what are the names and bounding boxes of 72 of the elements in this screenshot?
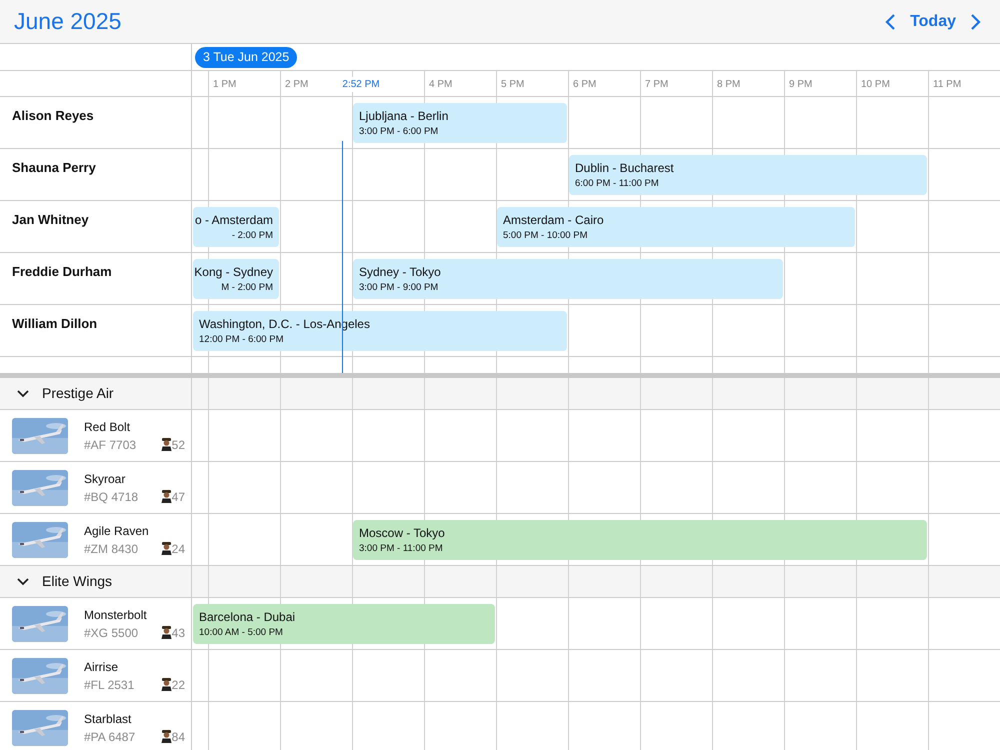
current-time-label: 2:52 PM <box>342 77 380 92</box>
event-time: 10:00 AM - 5:00 PM <box>199 626 284 640</box>
person-name: William Dillon <box>11 315 98 333</box>
person-name: Alison Reyes <box>11 107 95 125</box>
event-time: 3:00 PM - 9:00 PM <box>359 281 440 295</box>
time-label: 8 PM <box>717 78 740 92</box>
event-bar[interactable]: Sydney - Tokyo 3:00 PM - 9:00 PM <box>353 259 783 299</box>
aircraft-name: Airrise <box>84 658 120 676</box>
event-bar[interactable]: Amsterdam - Cairo 5:00 PM - 10:00 PM <box>497 207 855 247</box>
aircraft-name: Red Bolt <box>84 418 132 436</box>
previous-icon[interactable] <box>884 12 896 30</box>
aircraft-code: #AF 7703 <box>84 436 136 454</box>
event-title: Barcelona - Dubai <box>199 609 296 626</box>
group-name: Prestige Air <box>42 384 114 403</box>
pilot-icon <box>160 438 172 451</box>
aircraft-name: Agile Raven <box>84 522 150 540</box>
time-label: 5 PM <box>501 78 524 92</box>
time-label: 4 PM <box>429 78 452 92</box>
event-bar[interactable]: Moscow - Tokyo 3:00 PM - 11:00 PM <box>353 520 927 560</box>
event-time: - 2:00 PM <box>230 229 273 243</box>
event-title: Ljubljana - Berlin <box>359 108 450 125</box>
aircraft-code: #XG 5500 <box>84 624 138 642</box>
event-title: Kong - Sydney <box>193 264 273 281</box>
person-name: Shauna Perry <box>11 159 97 177</box>
next-icon[interactable] <box>970 12 982 30</box>
time-label: 9 PM <box>789 78 812 92</box>
time-label: 2 PM <box>285 78 308 92</box>
event-title: Moscow - Tokyo <box>359 525 446 542</box>
pilot-count: 24 <box>172 540 185 558</box>
event-title: Dublin - Bucharest <box>575 160 675 177</box>
time-label: 6 PM <box>573 78 596 92</box>
aircraft-code: #FL 2531 <box>84 676 134 694</box>
pilot-icon <box>160 626 172 639</box>
person-name: Jan Whitney <box>11 211 90 229</box>
today-button[interactable]: Today <box>904 10 962 34</box>
event-bar[interactable]: Dublin - Bucharest 6:00 PM - 11:00 PM <box>569 155 927 195</box>
person-name: Freddie Durham <box>11 263 113 281</box>
date-badge: 3 Tue Jun 2025 <box>195 47 298 68</box>
aircraft-code: #PA 6487 <box>84 728 136 746</box>
event-title: o - Amsterdam <box>194 212 273 229</box>
group-name: Elite Wings <box>42 572 112 591</box>
event-time: 3:00 PM - 6:00 PM <box>359 125 440 139</box>
event-time: 3:00 PM - 11:00 PM <box>359 542 444 556</box>
pilot-count: 43 <box>172 624 185 642</box>
event-bar[interactable]: Ljubljana - Berlin 3:00 PM - 6:00 PM <box>353 103 567 143</box>
pilot-icon <box>160 542 172 555</box>
aircraft-code: #ZM 8430 <box>84 540 138 558</box>
aircraft-code: #BQ 4718 <box>84 488 138 506</box>
time-label: 7 PM <box>645 78 668 92</box>
event-title: Sydney - Tokyo <box>359 264 442 281</box>
aircraft-name: Starblast <box>84 710 132 728</box>
aircraft-name: Skyroar <box>84 470 126 488</box>
pilot-count: 22 <box>172 676 185 694</box>
event-time: 12:00 PM - 6:00 PM <box>199 333 284 347</box>
time-label: 1 PM <box>213 78 236 92</box>
event-bar[interactable]: o - Amsterdam - 2:00 PM <box>193 207 279 247</box>
pilot-count: 52 <box>172 436 185 454</box>
time-label: 11 PM <box>933 78 962 92</box>
event-bar[interactable]: Barcelona - Dubai 10:00 AM - 5:00 PM <box>193 604 495 644</box>
month-title: June 2025 <box>14 7 122 36</box>
event-time: M - 2:00 PM <box>220 281 273 295</box>
pilot-icon <box>160 678 172 691</box>
pilot-icon <box>160 490 172 503</box>
pilot-count: 47 <box>172 488 185 506</box>
event-bar[interactable]: Kong - Sydney M - 2:00 PM <box>193 259 279 299</box>
pilot-icon <box>160 730 172 743</box>
event-time: 5:00 PM - 10:00 PM <box>503 229 588 243</box>
time-label: 10 PM <box>861 78 890 92</box>
aircraft-name: Monsterbolt <box>84 606 148 624</box>
pilot-count: 84 <box>172 728 185 746</box>
event-time: 6:00 PM - 11:00 PM <box>575 177 660 191</box>
event-title: Amsterdam - Cairo <box>503 212 605 229</box>
